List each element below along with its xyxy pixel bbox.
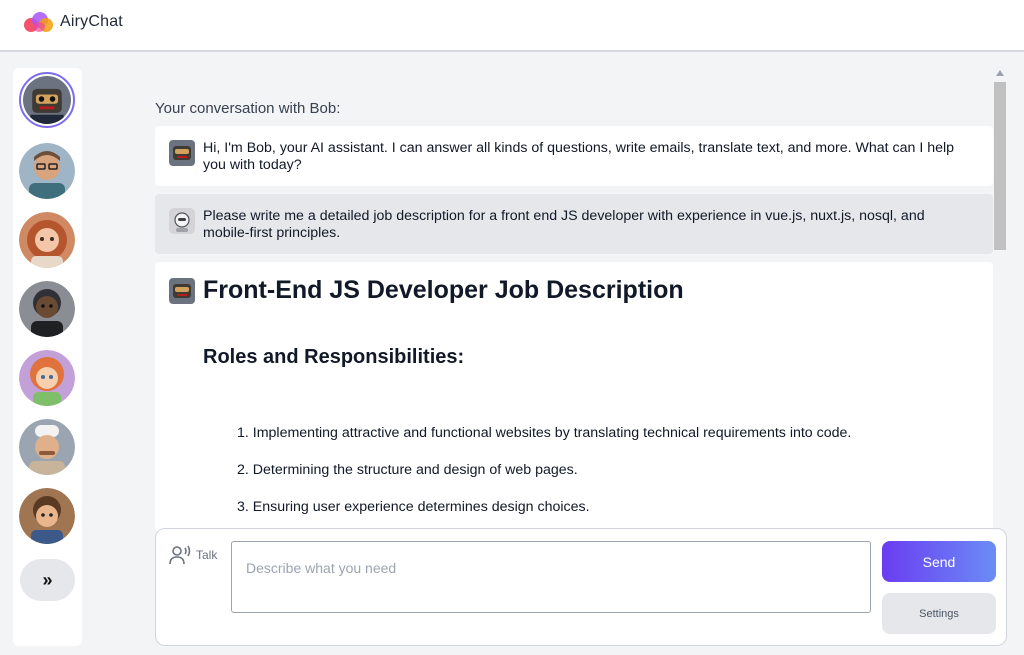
avatar-4[interactable] <box>19 281 75 337</box>
avatar-bob[interactable] <box>19 72 75 128</box>
message-text: Please write me a detailed job descripti… <box>203 208 925 241</box>
boy-avatar-icon <box>19 488 75 544</box>
chef-avatar-icon <box>19 419 75 475</box>
talk-button[interactable]: Talk <box>168 543 217 567</box>
voice-talk-icon <box>169 545 191 565</box>
girl-avatar-icon <box>19 350 75 406</box>
answer-heading: Front-End JS Developer Job Description <box>203 276 684 304</box>
bot-answer: Front-End JS Developer Job Description R… <box>155 262 993 532</box>
user-avatar-icon <box>169 208 195 234</box>
assistant-sidebar: » <box>13 68 82 646</box>
settings-button[interactable]: Settings <box>882 593 996 634</box>
scroll-thumb[interactable] <box>994 82 1006 250</box>
logo-icon <box>24 10 56 34</box>
chat-panel: Your conversation with Bob: Hi, I'm Bob,… <box>155 70 993 532</box>
robot-avatar-icon <box>23 76 71 124</box>
list-item: 2. Determining the structure and design … <box>237 462 578 478</box>
talk-label: Talk <box>196 548 218 562</box>
user-message: Please write me a detailed job descripti… <box>155 194 993 254</box>
answer-subheading: Roles and Responsibilities: <box>203 346 465 368</box>
app-name: AiryChat <box>60 13 123 30</box>
send-button[interactable]: Send <box>882 541 996 582</box>
bob-avatar-icon <box>169 140 195 166</box>
message-text: Hi, I'm Bob, your AI assistant. I can an… <box>203 140 955 173</box>
expand-sidebar-button[interactable]: » <box>20 559 75 601</box>
avatar-3[interactable] <box>19 212 75 268</box>
responsibilities-list: 1. Implementing attractive and functiona… <box>237 425 851 532</box>
conversation-title: Your conversation with Bob: <box>155 100 341 117</box>
man-dark-avatar-icon <box>19 281 75 337</box>
message-composer: Talk Send Settings <box>155 528 1007 646</box>
app-logo[interactable]: AiryChat <box>24 10 123 34</box>
man-glasses-avatar-icon <box>19 143 75 199</box>
chat-scrollbar[interactable] <box>994 70 1006 530</box>
woman-red-hair-avatar-icon <box>19 212 75 268</box>
top-bar: AiryChat <box>0 0 1024 52</box>
avatar-6[interactable] <box>19 419 75 475</box>
bob-avatar-icon <box>169 278 195 304</box>
prompt-input[interactable] <box>231 541 871 613</box>
avatar-2[interactable] <box>19 143 75 199</box>
bot-message: Hi, I'm Bob, your AI assistant. I can an… <box>155 126 993 186</box>
list-item: 1. Implementing attractive and functiona… <box>237 425 852 441</box>
avatar-7[interactable] <box>19 488 75 544</box>
avatar-5[interactable] <box>19 350 75 406</box>
scroll-up-arrow-icon[interactable] <box>996 70 1004 76</box>
